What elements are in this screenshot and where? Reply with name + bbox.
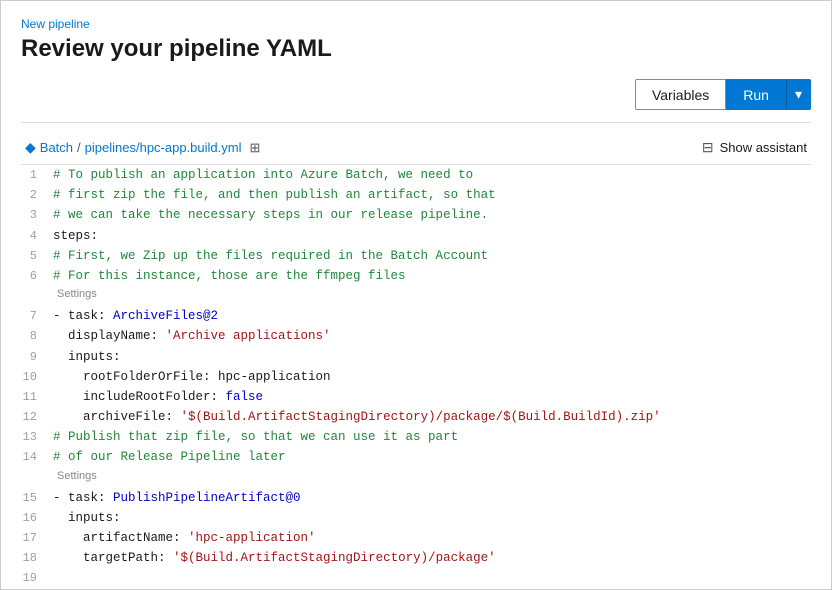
line-num-7: 7 — [21, 307, 53, 326]
code-line-19: 19 — [21, 568, 811, 588]
edit-icon[interactable]: ⊞ — [249, 140, 260, 156]
code-line-17: 17 artifactName: 'hpc-application' — [21, 528, 811, 548]
code-line-7: 7 - task: ArchiveFiles@2 — [21, 306, 811, 326]
line-content-17: artifactName: 'hpc-application' — [53, 528, 811, 548]
code-line-10: 10 rootFolderOrFile: hpc-application — [21, 367, 811, 387]
line-content-10: rootFolderOrFile: hpc-application — [53, 367, 811, 387]
line-content-3: # we can take the necessary steps in our… — [53, 205, 811, 225]
line-content-12: archiveFile: '$(Build.ArtifactStagingDir… — [53, 407, 811, 427]
code-line-6: 6 # For this instance, those are the ffm… — [21, 266, 811, 286]
code-line-8: 8 displayName: 'Archive applications' — [21, 326, 811, 346]
code-line-1: 1 # To publish an application into Azure… — [21, 165, 811, 185]
line-content-9: inputs: — [53, 347, 811, 367]
file-bar: ◆ Batch / pipelines/hpc-app.build.yml ⊞ … — [21, 131, 811, 165]
line-num-13: 13 — [21, 428, 53, 447]
code-line-15: 15 - task: PublishPipelineArtifact@0 — [21, 488, 811, 508]
code-line-3: 3 # we can take the necessary steps in o… — [21, 205, 811, 225]
line-num-8: 8 — [21, 327, 53, 346]
code-line-11: 11 includeRootFolder: false — [21, 387, 811, 407]
code-line-12: 12 archiveFile: '$(Build.ArtifactStaging… — [21, 407, 811, 427]
code-line-s1: Settings — [21, 286, 811, 306]
code-line-5: 5 # First, we Zip up the files required … — [21, 246, 811, 266]
path-file[interactable]: pipelines/hpc-app.build.yml — [85, 140, 242, 155]
line-content-4: steps: — [53, 226, 811, 246]
code-line-13: 13 # Publish that zip file, so that we c… — [21, 427, 811, 447]
line-num-15: 15 — [21, 489, 53, 508]
code-line-9: 9 inputs: — [21, 347, 811, 367]
line-content-7: - task: ArchiveFiles@2 — [53, 306, 811, 326]
path-batch[interactable]: Batch — [40, 140, 73, 155]
line-num-3: 3 — [21, 206, 53, 225]
show-assistant-button[interactable]: ⊟ Show assistant — [702, 139, 807, 156]
line-content-14: # of our Release Pipeline later — [53, 447, 811, 467]
line-content-5: # First, we Zip up the files required in… — [53, 246, 811, 266]
show-assistant-label: Show assistant — [720, 140, 807, 155]
line-content-8: displayName: 'Archive applications' — [53, 326, 811, 346]
code-editor: 1 # To publish an application into Azure… — [21, 165, 811, 589]
line-content-16: inputs: — [53, 508, 811, 528]
run-dropdown-button[interactable]: ▾ — [786, 79, 811, 110]
file-path: ◆ Batch / pipelines/hpc-app.build.yml ⊞ — [25, 139, 260, 156]
line-num-12: 12 — [21, 408, 53, 427]
line-content-13: # Publish that zip file, so that we can … — [53, 427, 811, 447]
line-num-5: 5 — [21, 247, 53, 266]
variables-button[interactable]: Variables — [635, 79, 726, 110]
code-line-4: 4 steps: — [21, 226, 811, 246]
line-content-2: # first zip the file, and then publish a… — [53, 185, 811, 205]
line-content-11: includeRootFolder: false — [53, 387, 811, 407]
line-num-10: 10 — [21, 368, 53, 387]
line-num-1: 1 — [21, 166, 53, 185]
line-num-2: 2 — [21, 186, 53, 205]
settings-label-2: Settings — [57, 468, 811, 486]
line-num-17: 17 — [21, 529, 53, 548]
line-num-18: 18 — [21, 549, 53, 568]
diamond-icon: ◆ — [25, 139, 36, 156]
line-content-6: # For this instance, those are the ffmpe… — [53, 266, 811, 286]
line-num-14: 14 — [21, 448, 53, 467]
assistant-icon: ⊟ — [702, 139, 714, 156]
settings-label-1: Settings — [57, 286, 811, 304]
line-num-6: 6 — [21, 267, 53, 286]
line-content-18: targetPath: '$(Build.ArtifactStagingDire… — [53, 548, 811, 568]
page-title: Review your pipeline YAML — [21, 35, 811, 63]
line-content-1: # To publish an application into Azure B… — [53, 165, 811, 185]
line-content-19 — [53, 568, 811, 588]
line-num-11: 11 — [21, 388, 53, 407]
line-num-16: 16 — [21, 509, 53, 528]
breadcrumb: New pipeline — [21, 17, 811, 31]
line-num-4: 4 — [21, 227, 53, 246]
divider — [21, 122, 811, 123]
code-line-16: 16 inputs: — [21, 508, 811, 528]
line-num-19: 19 — [21, 569, 53, 588]
line-num-9: 9 — [21, 348, 53, 367]
code-line-14: 14 # of our Release Pipeline later — [21, 447, 811, 467]
run-button[interactable]: Run — [726, 79, 786, 110]
path-separator: / — [77, 140, 81, 155]
code-line-2: 2 # first zip the file, and then publish… — [21, 185, 811, 205]
line-content-15: - task: PublishPipelineArtifact@0 — [53, 488, 811, 508]
code-line-18: 18 targetPath: '$(Build.ArtifactStagingD… — [21, 548, 811, 568]
code-line-s2: Settings — [21, 468, 811, 488]
